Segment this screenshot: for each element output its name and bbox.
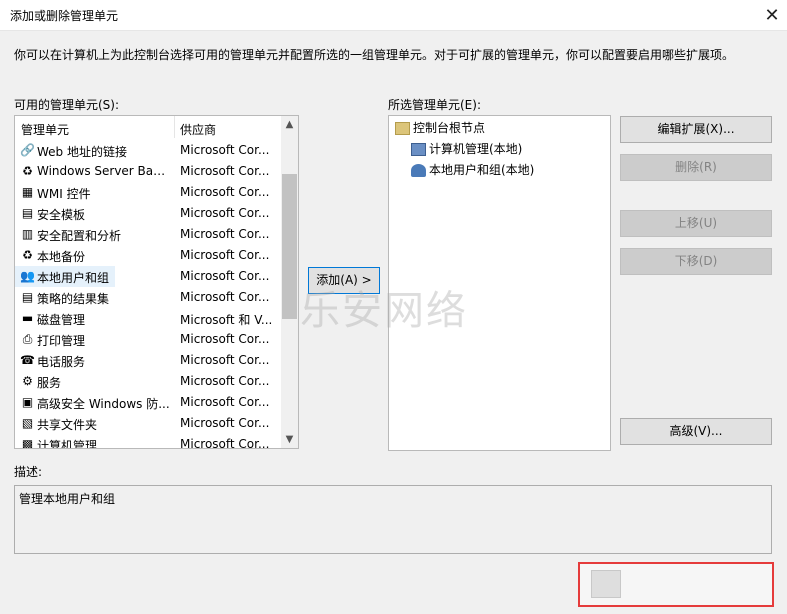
snapin-vendor: Microsoft 和 V... <box>180 313 273 327</box>
tree-item-label: 控制台根节点 <box>413 121 486 135</box>
snapin-vendor: Microsoft Cor... <box>180 248 270 262</box>
list-item[interactable]: ♻ 本地备份 Microsoft Cor... <box>15 245 280 266</box>
services-icon: ⚙ <box>22 374 33 388</box>
telephony-icon: ☎ <box>20 353 35 367</box>
local-backup-icon: ♻ <box>22 248 33 262</box>
folder-icon <box>395 122 410 135</box>
snapin-vendor: Microsoft Cor... <box>180 269 270 283</box>
watermark: 乐安网络 <box>300 288 468 334</box>
snapin-name: 高级安全 Windows 防... <box>37 397 170 411</box>
wmi-control-icon: ▦ <box>21 185 34 199</box>
list-item[interactable]: ▧ 共享文件夹 Microsoft Cor... <box>15 413 280 434</box>
list-item[interactable]: ▥ 安全配置和分析 Microsoft Cor... <box>15 224 280 245</box>
snapin-name: 计算机管理 <box>37 439 98 449</box>
server-backup-icon: ♻ <box>22 164 33 178</box>
column-header-vendor[interactable]: 供应商 <box>180 121 216 138</box>
computer-management-icon: ▩ <box>21 437 34 449</box>
snapin-vendor: Microsoft Cor... <box>180 353 270 367</box>
list-item[interactable]: ▤ 策略的结果集 Microsoft Cor... <box>15 287 280 308</box>
security-template-icon: ▤ <box>21 206 34 220</box>
snapin-vendor: Microsoft Cor... <box>180 332 270 346</box>
available-snapins-label: 可用的管理单元(S): <box>14 98 120 112</box>
tree-item-console-root[interactable]: 控制台根节点 <box>395 119 485 139</box>
disk-management-icon: ▬ <box>21 311 34 325</box>
scrollbar-thumb[interactable] <box>282 174 297 319</box>
available-snapins-list[interactable]: 管理单元 供应商 🔗 Web 地址的链接 Microsoft Cor... ♻ Wind… <box>14 115 299 449</box>
snapin-name: 服务 <box>37 376 62 390</box>
tree-item-label: 本地用户和组(本地) <box>429 163 535 177</box>
snapin-vendor: Microsoft Cor... <box>180 374 270 388</box>
column-divider[interactable] <box>174 116 175 138</box>
title-bar: 添加或删除管理单元 ✕ <box>0 0 787 31</box>
scroll-up-icon[interactable]: ▲ <box>281 116 298 133</box>
snapin-name: 安全配置和分析 <box>37 229 122 243</box>
description-text: 管理本地用户和组 <box>19 492 116 506</box>
snapin-name: 策略的结果集 <box>37 292 110 306</box>
list-item[interactable]: ▬ 磁盘管理 Microsoft 和 V... <box>15 308 280 329</box>
selected-snapins-label: 所选管理单元(E): <box>388 98 481 112</box>
snapin-name: 共享文件夹 <box>37 418 98 432</box>
local-users-icon: 👥 <box>20 269 35 283</box>
scroll-down-icon[interactable]: ▼ <box>281 431 298 448</box>
vertical-scrollbar[interactable]: ▲ ▼ <box>281 116 298 448</box>
list-header: 管理单元 供应商 <box>15 116 280 139</box>
advanced-button[interactable]: 高级(V)... <box>620 418 772 445</box>
snapin-name: 电话服务 <box>37 355 86 369</box>
snapin-vendor: Microsoft Cor... <box>180 206 270 220</box>
list-item[interactable]: ▤ 安全模板 Microsoft Cor... <box>15 203 280 224</box>
snapin-vendor: Microsoft Cor... <box>180 185 270 199</box>
list-item[interactable]: 🔗 Web 地址的链接 Microsoft Cor... <box>15 140 280 161</box>
snapin-vendor: Microsoft Cor... <box>180 416 270 430</box>
tree-item-computer-management[interactable]: 计算机管理(本地) <box>411 140 522 160</box>
snapin-name: 本地备份 <box>37 250 86 264</box>
snapin-vendor: Microsoft Cor... <box>180 143 270 157</box>
list-item[interactable]: ⎙ 打印管理 Microsoft Cor... <box>15 329 280 350</box>
tree-item-local-users[interactable]: 本地用户和组(本地) <box>411 161 534 181</box>
tree-item-label: 计算机管理(本地) <box>429 142 523 156</box>
firewall-icon: ▣ <box>21 395 34 409</box>
move-down-button[interactable]: 下移(D) <box>620 248 772 275</box>
list-item[interactable]: ▦ WMI 控件 Microsoft Cor... <box>15 182 280 203</box>
window-title: 添加或删除管理单元 <box>10 9 119 23</box>
close-icon[interactable]: ✕ <box>757 0 787 30</box>
snapin-vendor: Microsoft Cor... <box>180 290 270 304</box>
list-item[interactable]: ⚙ 服务 Microsoft Cor... <box>15 371 280 392</box>
remove-button[interactable]: 删除(R) <box>620 154 772 181</box>
snapin-vendor: Microsoft Cor... <box>180 437 270 449</box>
list-item[interactable]: ♻ Windows Server Bac... Microsoft Cor... <box>15 161 280 182</box>
print-management-icon: ⎙ <box>22 332 33 346</box>
snapin-name: 本地用户和组 <box>37 271 110 285</box>
list-item[interactable]: 👥 本地用户和组 Microsoft Cor... <box>15 266 280 287</box>
list-item[interactable]: ▩ 计算机管理 Microsoft Cor... <box>15 434 280 449</box>
snapin-vendor: Microsoft Cor... <box>180 164 270 178</box>
snapin-name: 打印管理 <box>37 334 86 348</box>
local-users-icon <box>411 164 426 177</box>
description-box: 管理本地用户和组 <box>14 485 772 554</box>
shared-folders-icon: ▧ <box>21 416 34 430</box>
snapin-vendor: Microsoft Cor... <box>180 227 270 241</box>
snapin-name: WMI 控件 <box>37 187 91 201</box>
ok-button-highlight[interactable] <box>578 562 774 607</box>
snapin-vendor: Microsoft Cor... <box>180 395 270 409</box>
snapin-name: 安全模板 <box>37 208 86 222</box>
policy-result-icon: ▤ <box>21 290 34 304</box>
list-item[interactable]: ☎ 电话服务 Microsoft Cor... <box>15 350 280 371</box>
snapin-name: Windows Server Bac... <box>37 164 170 178</box>
description-label: 描述: <box>14 465 43 479</box>
column-header-name[interactable]: 管理单元 <box>21 121 69 138</box>
list-item[interactable]: ▣ 高级安全 Windows 防... Microsoft Cor... <box>15 392 280 413</box>
web-link-icon: 🔗 <box>20 143 35 157</box>
move-up-button[interactable]: 上移(U) <box>620 210 772 237</box>
snapin-name: 磁盘管理 <box>37 313 86 327</box>
computer-management-icon <box>411 143 426 156</box>
edit-extensions-button[interactable]: 编辑扩展(X)... <box>620 116 772 143</box>
intro-text: 你可以在计算机上为此控制台选择可用的管理单元并配置所选的一组管理单元。对于可扩展… <box>14 48 735 62</box>
snapin-name: Web 地址的链接 <box>37 145 127 159</box>
security-config-icon: ▥ <box>21 227 34 241</box>
ok-button[interactable] <box>591 570 621 598</box>
